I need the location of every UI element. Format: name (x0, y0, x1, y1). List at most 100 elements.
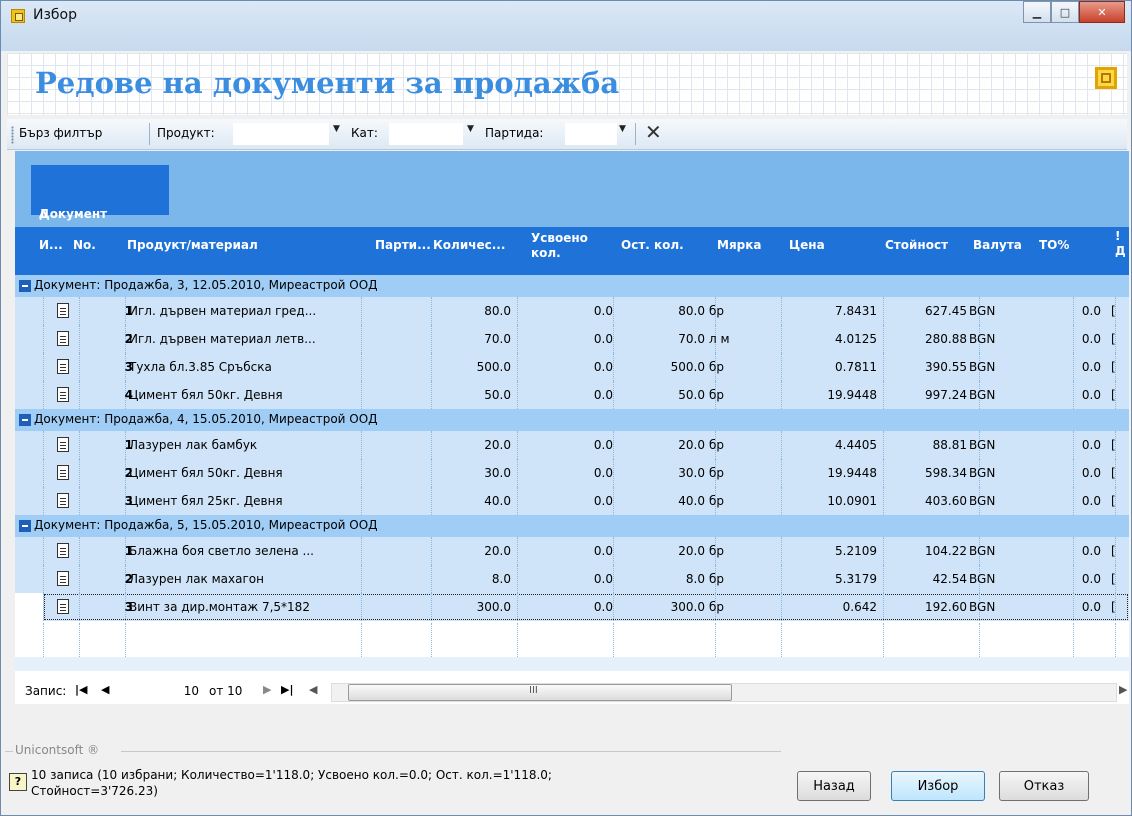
close-icon[interactable]: ✕ (1079, 1, 1125, 23)
title-bar[interactable]: Избор ▁ □ ✕ (1, 1, 1131, 51)
minimize-icon[interactable]: ▁ (1023, 1, 1051, 23)
chevron-down-icon[interactable]: ▼ (467, 124, 474, 134)
group-row[interactable]: Документ: Продажба, 5, 15.05.2010, Миреа… (15, 515, 1129, 538)
cell-used: 0.0 (593, 388, 613, 402)
toolbar-grip[interactable] (11, 126, 14, 144)
group-label: Документ: Продажба, 4, 15.05.2010, Миреа… (34, 412, 378, 426)
cell-value: 627.45 (925, 304, 967, 318)
column-header[interactable]: Мярка (717, 238, 761, 252)
help-icon[interactable]: ? (9, 773, 27, 791)
table-row[interactable]: 3 Винт за дир.монтаж 7,5*182 300.0 0.0 300.0… (43, 593, 1129, 621)
cell-qty: 8.0 (491, 572, 511, 586)
cat-filter-label: Кат: (351, 126, 378, 140)
cell-d: [ (1111, 304, 1116, 318)
column-header[interactable]: Ост. кол. (621, 238, 684, 252)
cell-price: 19.9448 (827, 388, 877, 402)
scroll-right-icon[interactable]: ▶ (1119, 683, 1127, 696)
cell-to: 0.0 (1081, 360, 1101, 374)
cell-product: Цимент бял 50кг. Девня (129, 388, 283, 402)
cancel-button[interactable]: Отказ (999, 771, 1089, 801)
cell-unit: л м (709, 332, 730, 346)
chevron-down-icon[interactable]: ▼ (333, 124, 340, 134)
cell-divider (361, 431, 363, 459)
column-header[interactable]: Продукт/материал (127, 238, 258, 252)
cell-product: Тухла бл.3.85 Сръбска (129, 360, 272, 374)
batch-filter-combo[interactable] (565, 123, 617, 145)
cell-d: [ (1111, 438, 1116, 452)
group-by-document-chip[interactable]: Документ ∆ (31, 165, 169, 221)
collapse-minus-icon[interactable] (19, 414, 31, 426)
table-row[interactable]: 2 Цимент бял 50кг. Девня 30.0 0.0 30.0 бр 19.9… (15, 459, 1129, 487)
back-button[interactable]: Назад (797, 771, 871, 801)
quick-filter-label[interactable]: Бърз филтър (19, 126, 102, 140)
table-row[interactable]: 2 Игл. дървен материал летв... 70.0 0.0 70.0… (15, 325, 1129, 353)
product-filter-combo[interactable] (233, 123, 329, 145)
cell-divider (79, 565, 81, 593)
cell-used: 0.0 (593, 332, 613, 346)
collapse-minus-icon[interactable] (19, 280, 31, 292)
maximize-icon[interactable]: □ (1051, 1, 1079, 23)
document-icon (57, 387, 69, 402)
cell-divider (43, 537, 45, 565)
table-row[interactable]: 1 Блажна боя светло зелена ... 20.0 0.0 20.0… (15, 537, 1129, 565)
scrollbar-thumb[interactable]: III (348, 684, 732, 701)
cell-unit: бр (709, 360, 725, 374)
horizontal-scrollbar[interactable]: III (331, 683, 1117, 702)
cell-divider (79, 537, 81, 565)
cell-cur: BGN (969, 438, 996, 452)
document-icon (57, 571, 69, 586)
cell-rem: 50.0 (678, 388, 705, 402)
column-header[interactable]: Цена (789, 238, 825, 252)
chevron-down-icon[interactable]: ▼ (619, 124, 626, 134)
cell-unit: бр (709, 438, 725, 452)
table-row[interactable]: 1 Лазурен лак бамбук 20.0 0.0 20.0 бр 4.4405 88… (15, 431, 1129, 459)
collapse-minus-icon[interactable] (19, 520, 31, 532)
cell-rem: 40.0 (678, 494, 705, 508)
cell-used: 0.0 (593, 438, 613, 452)
clear-filter-icon[interactable]: ✕ (645, 120, 662, 144)
cell-divider (43, 381, 45, 409)
group-row[interactable]: Документ: Продажба, 4, 15.05.2010, Миреа… (15, 409, 1129, 432)
group-row[interactable]: Документ: Продажба, 3, 12.05.2010, Миреа… (15, 275, 1129, 298)
column-header[interactable]: ТО% (1039, 238, 1069, 252)
column-header[interactable]: Количес... (433, 238, 505, 252)
document-icon (57, 599, 69, 614)
cell-unit: бр (709, 388, 725, 402)
cell-cur: BGN (969, 304, 996, 318)
first-record-icon[interactable]: |◀ (75, 683, 87, 696)
column-header[interactable]: No. (73, 238, 96, 252)
cell-to: 0.0 (1081, 438, 1101, 452)
cell-d: [ (1111, 600, 1116, 614)
cell-product: Лазурен лак махагон (129, 572, 264, 586)
cell-unit: бр (709, 466, 725, 480)
cell-value: 390.55 (925, 360, 967, 374)
column-header[interactable]: Парти... (375, 238, 431, 252)
cat-filter-combo[interactable] (389, 123, 463, 145)
column-header[interactable]: Усвоено кол. (531, 231, 591, 261)
table-row[interactable]: 1 Игл. дървен материал гред... 80.0 0.0 80.0… (15, 297, 1129, 325)
table-row[interactable]: 2 Лазурен лак махагон 8.0 0.0 8.0 бр 5.3179 42.… (15, 565, 1129, 593)
column-header[interactable]: Валута (973, 238, 1022, 252)
cell-to: 0.0 (1081, 494, 1101, 508)
page-header: Редове на документи за продажба (7, 53, 1127, 115)
table-row[interactable]: 3 Цимент бял 25кг. Девня 40.0 0.0 40.0 бр 10.0… (15, 487, 1129, 515)
cell-divider (79, 487, 81, 515)
column-header[interactable]: ! Д (1115, 229, 1127, 259)
column-header[interactable]: И... (39, 238, 63, 252)
cell-rem: 300.0 (670, 600, 705, 614)
prev-record-icon[interactable]: ◀ (101, 683, 109, 696)
record-navigator: Запис: |◀ ◀ 10 от 10 ▶ ▶| ◀ III ▶ (19, 681, 1131, 703)
table-row[interactable]: 3 Тухла бл.3.85 Сръбска 500.0 0.0 500.0 бр 0.7… (15, 353, 1129, 381)
column-header[interactable]: Стойност (885, 238, 948, 252)
next-record-icon[interactable]: ▶ (263, 683, 271, 696)
record-number-input[interactable]: 10 (143, 682, 203, 700)
cell-divider (43, 459, 45, 487)
cell-to: 0.0 (1081, 544, 1101, 558)
select-button[interactable]: Избор (891, 771, 985, 801)
cell-d: [ (1111, 544, 1116, 558)
scroll-left-icon[interactable]: ◀ (309, 683, 317, 696)
last-record-icon[interactable]: ▶| (281, 683, 293, 696)
cell-divider (43, 565, 45, 593)
table-row[interactable]: 4 Цимент бял 50кг. Девня 50.0 0.0 50.0 бр 19.9… (15, 381, 1129, 409)
cell-divider (43, 353, 45, 381)
